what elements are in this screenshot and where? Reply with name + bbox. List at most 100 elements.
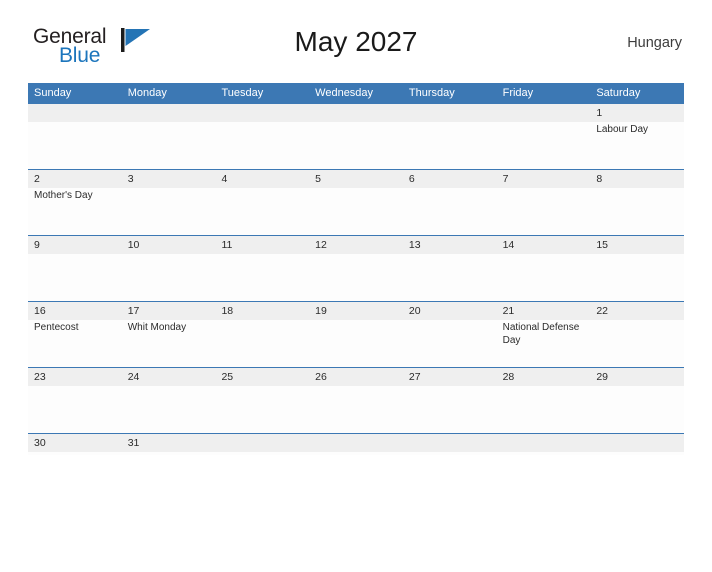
weekday-header-sunday: Sunday (34, 87, 72, 99)
calendar-grid: Sunday Monday Tuesday Wednesday Thursday… (28, 83, 684, 455)
day-number-cell[interactable]: 29 (590, 368, 684, 386)
day-number: 11 (221, 239, 233, 251)
day-number: 3 (127, 173, 134, 185)
day-events-cell (497, 122, 591, 170)
day-events-cell (122, 386, 216, 434)
day-number-cell[interactable]: 11 (215, 236, 309, 254)
day-number-cell[interactable]: 15 (590, 236, 684, 254)
day-number: 30 (34, 437, 46, 449)
day-number-cell[interactable]: 26 (309, 368, 403, 386)
day-number-cell[interactable]: 17 (122, 302, 216, 320)
day-number-cell[interactable]: 25 (215, 368, 309, 386)
day-number-cell[interactable]: 7 (497, 170, 591, 188)
day-number-cell[interactable]: 18 (215, 302, 309, 320)
day-number: 5 (315, 173, 321, 185)
page-header: General Blue May 2027 Hungary (28, 22, 684, 74)
day-number: 20 (408, 305, 421, 317)
day-events-cell (309, 320, 403, 368)
day-number: 27 (408, 371, 421, 383)
day-events-cell (28, 254, 122, 302)
day-events-cell (215, 254, 309, 302)
week-date-band: 16 17 18 19 20 21 22 (28, 302, 684, 320)
day-empty-cell (28, 104, 122, 122)
day-number-cell[interactable]: 10 (122, 236, 216, 254)
day-number-cell[interactable]: 6 (403, 170, 497, 188)
day-events-cell (497, 386, 591, 434)
weekday-header-row: Sunday Monday Tuesday Wednesday Thursday… (28, 83, 684, 103)
day-events-cell (215, 320, 309, 368)
week-date-band: 1 (28, 104, 684, 122)
day-number: 17 (127, 305, 140, 317)
weekday-header-friday: Friday (502, 87, 534, 99)
day-number-cell[interactable]: 19 (309, 302, 403, 320)
weekday-header-tuesday: Tuesday (221, 87, 264, 99)
page-title: May 2027 (294, 26, 418, 57)
day-empty-cell (309, 434, 403, 452)
day-number-cell[interactable]: 9 (28, 236, 122, 254)
day-events-cell (403, 320, 497, 368)
day-number-cell[interactable]: 4 (215, 170, 309, 188)
calendar-weeks: 1 Labour Day 2 3 4 5 6 7 8 Mother's Day 9 10 11 12 13 1… (28, 103, 684, 455)
day-number-cell[interactable]: 16 (28, 302, 122, 320)
day-events-cell (590, 386, 684, 434)
day-events-cell (28, 122, 122, 170)
day-number-cell[interactable]: 14 (497, 236, 591, 254)
day-number-cell[interactable]: 27 (403, 368, 497, 386)
calendar-week-row: 30 31 (28, 433, 684, 455)
day-number: 31 (127, 437, 140, 449)
week-date-band: 23 24 25 26 27 28 29 (28, 368, 684, 386)
day-number-cell[interactable]: 23 (28, 368, 122, 386)
day-number-cell[interactable]: 2 (28, 170, 122, 188)
day-number-cell[interactable]: 1 (590, 104, 684, 122)
day-number-cell[interactable]: 20 (403, 302, 497, 320)
day-number-cell[interactable]: 8 (590, 170, 684, 188)
day-number: 24 (127, 371, 140, 383)
day-events-cell: National Defense Day (497, 320, 591, 368)
day-number-cell[interactable]: 30 (28, 434, 122, 452)
day-empty-cell (403, 434, 497, 452)
country-label: Hungary (627, 35, 682, 51)
day-events-cell: Whit Monday (122, 320, 216, 368)
day-number-cell[interactable]: 28 (497, 368, 591, 386)
day-number-cell[interactable]: 12 (309, 236, 403, 254)
weekday-header-thursday: Thursday (408, 87, 455, 99)
day-number: 14 (502, 239, 515, 251)
week-event-area: Labour Day (28, 122, 684, 170)
day-events-cell (590, 188, 684, 236)
calendar-page: General Blue May 2027 Hungary Sunday Mon… (0, 22, 712, 572)
holiday-event-label: National Defense Day (502, 322, 580, 346)
day-events-cell (403, 122, 497, 170)
day-events-cell: Pentecost (28, 320, 122, 368)
day-number: 26 (315, 371, 327, 383)
day-number-cell[interactable]: 22 (590, 302, 684, 320)
week-date-band: 9 10 11 12 13 14 15 (28, 236, 684, 254)
day-events-cell: Labour Day (590, 122, 684, 170)
day-empty-cell (309, 104, 403, 122)
day-empty-cell (215, 434, 309, 452)
day-number: 6 (408, 173, 415, 185)
day-number-cell[interactable]: 5 (309, 170, 403, 188)
day-number-cell[interactable]: 31 (122, 434, 216, 452)
calendar-week-row: 16 17 18 19 20 21 22 Pentecost Whit Monday Nation… (28, 301, 684, 367)
day-events-cell (215, 386, 309, 434)
day-events-cell (309, 122, 403, 170)
day-number-cell[interactable]: 3 (122, 170, 216, 188)
day-empty-cell (590, 434, 684, 452)
day-number-cell[interactable]: 21 (497, 302, 591, 320)
day-number: 4 (221, 173, 228, 185)
calendar-week-row: 23 24 25 26 27 28 29 (28, 367, 684, 433)
day-number: 22 (596, 305, 608, 317)
day-events-cell (215, 122, 309, 170)
weekday-header-wednesday: Wednesday (315, 87, 374, 99)
day-events-cell (590, 254, 684, 302)
day-number-cell[interactable]: 24 (122, 368, 216, 386)
day-number: 29 (596, 371, 608, 383)
day-events-cell (122, 254, 216, 302)
week-date-band: 30 31 (28, 434, 684, 452)
day-number-cell[interactable]: 13 (403, 236, 497, 254)
holiday-event-label: Labour Day (596, 124, 649, 135)
day-number: 18 (221, 305, 234, 317)
day-events-cell (215, 188, 309, 236)
holiday-event-label: Pentecost (34, 322, 79, 333)
day-number: 9 (34, 239, 40, 251)
